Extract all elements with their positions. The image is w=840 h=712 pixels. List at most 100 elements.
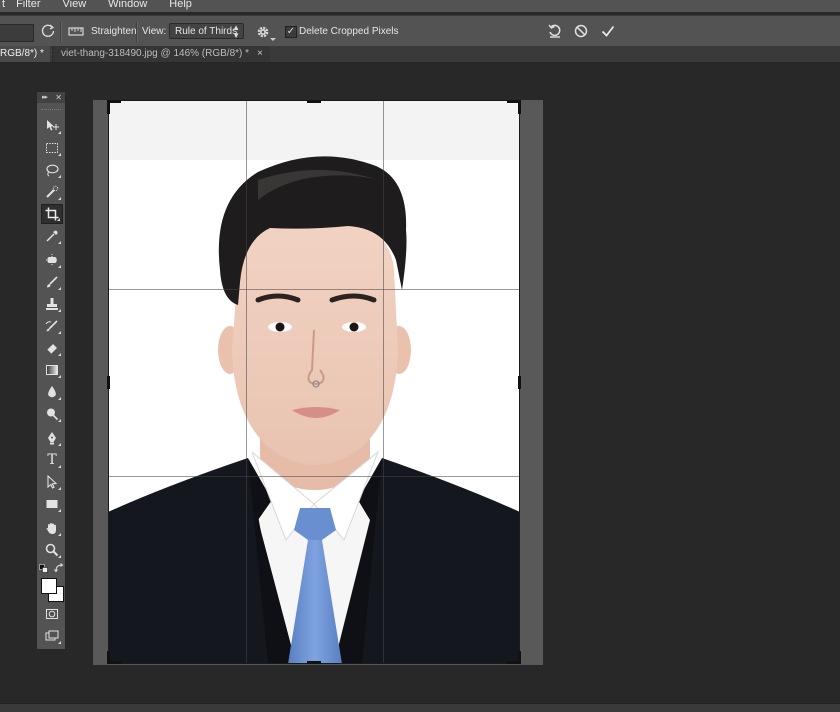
move-icon [47,120,59,131]
tab-close-icon[interactable]: × [257,48,263,59]
cancel-icon[interactable] [573,23,589,39]
delete-cropped-label[interactable]: Delete Cropped Pixels [299,26,399,37]
clone-stamp-tool[interactable] [41,294,63,314]
zoom-tool[interactable] [41,540,63,560]
panel-grip[interactable] [41,103,61,110]
tools-panel-header[interactable]: ▸▸ ✕ [37,92,65,103]
close-icon[interactable]: ✕ [55,92,62,103]
lasso-icon [46,164,59,177]
collapse-icon[interactable]: ▸▸ [42,92,48,103]
zoom-icon [45,543,59,557]
menu-view[interactable]: View [63,0,87,10]
dodge-tool[interactable] [41,404,63,424]
stamp-icon [46,298,58,310]
gear-dropdown-icon[interactable] [270,38,276,41]
quick-mask-icon [46,609,58,619]
view-label: View: [142,26,167,37]
brush-tool[interactable] [41,272,63,292]
marquee-icon [46,143,58,153]
screen-mode-button[interactable] [41,626,63,646]
menu-filter[interactable]: Filter [16,0,40,10]
tool-flyout-indicator [58,397,61,400]
path-selection-tool[interactable] [41,472,63,492]
tool-flyout-indicator [57,218,60,221]
path-selection-icon [47,475,58,489]
tool-flyout-indicator [58,641,61,644]
tool-flyout-indicator [58,153,61,156]
tool-flyout-indicator [58,287,61,290]
crop-tool[interactable] [41,204,63,224]
move-tool[interactable] [41,116,63,136]
spot-healing-tool[interactable] [41,250,63,270]
gear-icon[interactable] [255,24,271,40]
menu-help[interactable]: Help [169,0,192,10]
select-arrows-icon: ▲ ▼ [232,23,240,40]
rectangle-tool[interactable] [41,494,63,514]
healing-icon [46,254,58,266]
view-overlay-select[interactable]: Rule of Thirds ▲ ▼ [169,23,244,40]
tools-panel: ▸▸ ✕ T [36,91,66,650]
document-tab-bar: RGB/8*) *× viet-thang-318490.jpg @ 146% … [0,46,840,63]
pen-tool[interactable] [41,428,63,448]
options-separator [60,22,62,42]
document-tab-active[interactable]: RGB/8*) *× [0,46,57,62]
lasso-tool[interactable] [41,160,63,180]
tool-flyout-indicator [58,353,61,356]
dodge-icon [47,408,59,421]
type-icon: T [47,452,57,468]
tool-flyout-indicator [58,533,61,536]
blur-icon [48,386,56,398]
commit-check-icon[interactable] [600,23,616,39]
foreground-color-swatch[interactable] [41,578,57,594]
eraser-tool[interactable] [41,338,63,358]
eyedropper-tool[interactable] [41,226,63,246]
crop-handle-right[interactable] [518,376,521,389]
brush-icon [47,276,58,288]
document-tab-inactive[interactable]: viet-thang-318490.jpg @ 146% (RGB/8*) * × [52,46,270,62]
options-bar: Straighten View: Rule of Thirds ▲ ▼ ✓ Del… [0,15,840,48]
tool-flyout-indicator [58,309,61,312]
tool-flyout-indicator [58,487,61,490]
straighten-label[interactable]: Straighten [91,26,137,37]
blur-tool[interactable] [41,382,63,402]
crop-handle-top-left[interactable] [107,100,110,114]
hand-tool[interactable] [41,518,63,538]
delete-cropped-checkbox[interactable]: ✓ [285,26,297,38]
crop-handle-bottom-left[interactable] [107,651,110,664]
marquee-tool[interactable] [41,138,63,158]
history-brush-icon [45,320,58,332]
menu-bar: t Filter View Window Help [0,0,840,12]
tool-flyout-indicator [58,241,61,244]
history-brush-tool[interactable] [41,316,63,336]
quick-selection-icon [46,185,59,198]
rotate-icon[interactable] [40,23,56,39]
pen-icon [48,432,56,445]
reset-icon[interactable] [547,23,563,39]
crop-handle-bottom-right[interactable] [518,651,521,664]
menu-edit-partial[interactable]: t [2,0,5,10]
crop-handle-top-right[interactable] [518,100,521,114]
tool-flyout-indicator [58,509,61,512]
gradient-tool[interactable] [41,360,63,380]
tool-flyout-indicator [58,265,61,268]
tool-flyout-indicator [58,443,61,446]
swap-colors-icon[interactable] [54,563,64,573]
crop-handle-top[interactable] [307,100,321,103]
type-tool[interactable]: T [41,450,63,470]
document-image[interactable] [108,100,520,664]
crop-handle-left[interactable] [107,376,110,389]
quick-selection-tool[interactable] [41,182,63,202]
tool-flyout-indicator [58,175,61,178]
tool-flyout-indicator [58,131,61,134]
tool-flyout-indicator [58,331,61,334]
quick-mask-button[interactable] [41,604,63,624]
default-colors-icon[interactable] [39,564,48,573]
tab-label: RGB/8*) * [0,48,44,59]
straighten-icon[interactable] [68,25,84,37]
menu-window[interactable]: Window [108,0,147,10]
tool-flyout-indicator [58,375,61,378]
ratio-field[interactable] [0,24,34,42]
gradient-icon [46,365,58,375]
tool-flyout-indicator [58,419,61,422]
crop-handle-bottom[interactable] [307,661,321,664]
